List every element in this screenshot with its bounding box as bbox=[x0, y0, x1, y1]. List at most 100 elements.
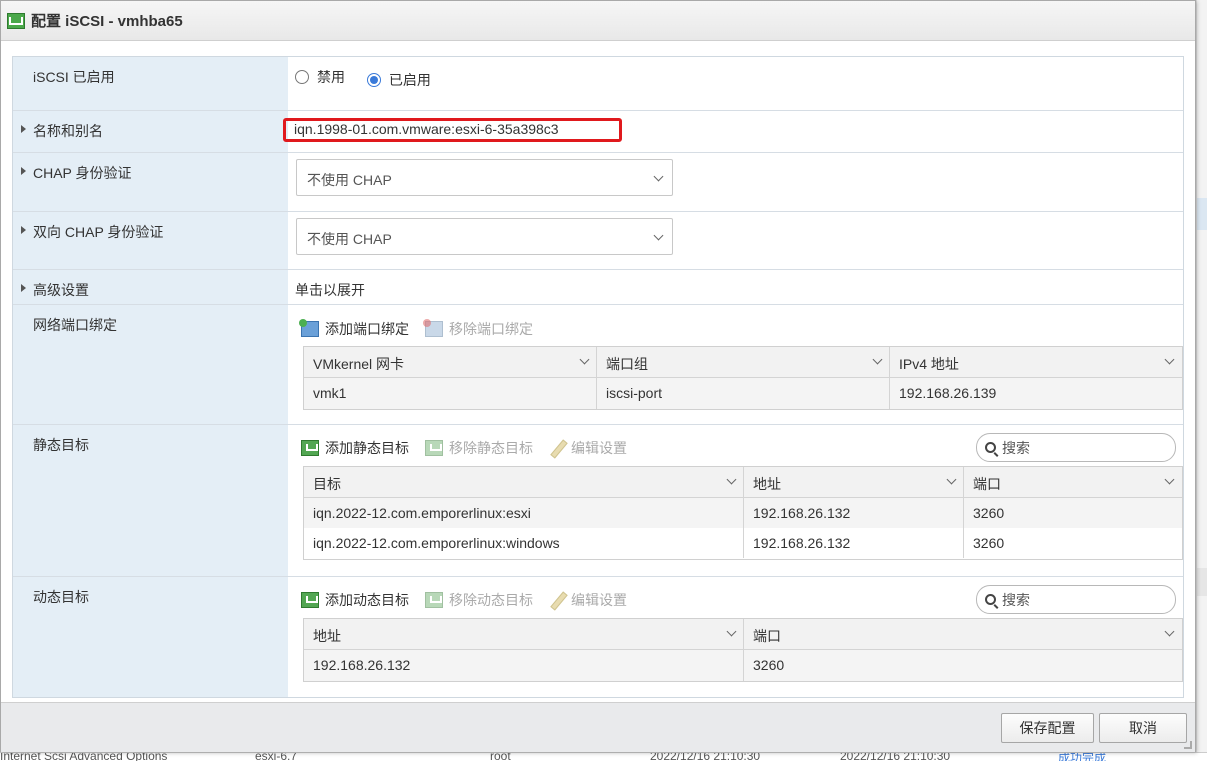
dialog-title: 配置 iSCSI - vmhba65 bbox=[31, 13, 183, 30]
grid-header: VMkernel 网卡 端口组 IPv4 地址 bbox=[304, 347, 1182, 378]
column-header-address[interactable]: 地址 bbox=[744, 467, 964, 497]
cancel-button[interactable]: 取消 bbox=[1099, 713, 1187, 743]
expand-triangle-icon[interactable] bbox=[21, 284, 26, 292]
name-alias-label: 名称和别名 bbox=[33, 123, 103, 139]
resize-grip-icon[interactable] bbox=[1184, 741, 1192, 749]
radio-enable[interactable]: 已启用 bbox=[366, 70, 431, 90]
static-targets-grid: 目标 地址 端口 iqn.2022-12.com.emporerlinux:es… bbox=[303, 466, 1183, 560]
expand-triangle-icon[interactable] bbox=[21, 167, 26, 175]
chevron-down-icon[interactable] bbox=[1164, 626, 1175, 637]
chevron-down-icon[interactable] bbox=[579, 354, 590, 365]
save-config-button[interactable]: 保存配置 bbox=[1001, 713, 1094, 743]
mutual-chap-label: 双向 CHAP 身份验证 bbox=[33, 224, 164, 240]
remove-dynamic-target-label: 移除动态目标 bbox=[449, 592, 533, 608]
static-search-input[interactable]: 搜索 bbox=[976, 433, 1176, 462]
advanced-label: 高级设置 bbox=[33, 282, 89, 298]
chevron-down-icon[interactable] bbox=[1164, 474, 1175, 485]
column-header-target[interactable]: 目标 bbox=[304, 467, 744, 497]
bg-cell: Internet Scsi Advanced Options bbox=[0, 752, 168, 761]
row-label[interactable]: 名称和别名 bbox=[13, 111, 288, 152]
static-targets-label: 静态目标 bbox=[33, 437, 89, 453]
cell-address: 192.168.26.132 bbox=[744, 528, 964, 558]
row-label: 动态目标 bbox=[13, 577, 288, 697]
column-header-port[interactable]: 端口 bbox=[964, 467, 1182, 497]
remove-static-target-button[interactable]: 移除静态目标 bbox=[425, 438, 533, 458]
row-iscsi-enabled: iSCSI 已启用 禁用 已启用 bbox=[13, 57, 1183, 111]
expand-triangle-icon[interactable] bbox=[21, 125, 26, 133]
settings-table: iSCSI 已启用 禁用 已启用 名称和别名 iqn.1998-01.com.v… bbox=[12, 56, 1184, 698]
add-dynamic-target-button[interactable]: 添加动态目标 bbox=[301, 590, 409, 610]
network-remove-icon bbox=[423, 319, 443, 337]
bg-cell: root bbox=[490, 752, 511, 761]
remove-dynamic-target-button[interactable]: 移除动态目标 bbox=[425, 590, 533, 610]
cell-address: 192.168.26.132 bbox=[304, 650, 744, 681]
bg-cell: 2022/12/16 21:10:30 bbox=[650, 752, 761, 761]
add-static-target-label: 添加静态目标 bbox=[325, 440, 409, 456]
remove-port-binding-button[interactable]: 移除端口绑定 bbox=[423, 319, 533, 339]
port-binding-toolbar: 添加端口绑定 移除端口绑定 bbox=[299, 319, 549, 339]
pencil-icon bbox=[549, 592, 565, 608]
cell-ipv4: 192.168.26.139 bbox=[899, 385, 997, 401]
column-header-port[interactable]: 端口 bbox=[744, 619, 1182, 649]
column-header-ipv4[interactable]: IPv4 地址 bbox=[890, 347, 1182, 377]
table-row[interactable]: vmk1 iscsi-port 192.168.26.139 bbox=[304, 378, 1182, 409]
row-name-alias[interactable]: 名称和别名 iqn.1998-01.com.vmware:esxi-6-35a3… bbox=[13, 111, 1183, 153]
chevron-down-icon bbox=[653, 171, 664, 182]
cell-address: 192.168.26.132 bbox=[744, 498, 964, 528]
radio-disable-dot[interactable] bbox=[295, 70, 309, 84]
row-label[interactable]: CHAP 身份验证 bbox=[13, 153, 288, 211]
cell-target: iqn.2022-12.com.emporerlinux:windows bbox=[304, 528, 744, 558]
background-panel bbox=[1196, 0, 1207, 761]
dialog-titlebar[interactable]: 配置 iSCSI - vmhba65 bbox=[1, 1, 1195, 41]
column-header-portgroup[interactable]: 端口组 bbox=[597, 347, 890, 377]
chap-select[interactable]: 不使用 CHAP bbox=[296, 159, 673, 196]
row-advanced[interactable]: 高级设置 单击以展开 bbox=[13, 270, 1183, 305]
row-label[interactable]: 高级设置 bbox=[13, 270, 288, 304]
chevron-down-icon[interactable] bbox=[726, 626, 737, 637]
target-add-icon bbox=[301, 592, 319, 608]
radio-disable-label: 禁用 bbox=[317, 69, 345, 85]
iscsi-adapter-icon bbox=[7, 12, 25, 29]
table-row[interactable]: iqn.2022-12.com.emporerlinux:esxi 192.16… bbox=[304, 498, 1182, 528]
chevron-down-icon[interactable] bbox=[872, 354, 883, 365]
mutual-chap-select[interactable]: 不使用 CHAP bbox=[296, 218, 673, 255]
table-row[interactable]: 192.168.26.132 3260 bbox=[304, 650, 1182, 681]
background-task-row: Internet Scsi Advanced Options esxi-6.7 … bbox=[0, 752, 1207, 761]
chevron-down-icon[interactable] bbox=[726, 474, 737, 485]
radio-enable-dot[interactable] bbox=[366, 73, 381, 87]
add-port-binding-button[interactable]: 添加端口绑定 bbox=[299, 319, 409, 339]
row-chap[interactable]: CHAP 身份验证 不使用 CHAP bbox=[13, 153, 1183, 212]
edit-dynamic-settings-button[interactable]: 编辑设置 bbox=[549, 590, 627, 610]
edit-static-settings-label: 编辑设置 bbox=[571, 440, 627, 456]
chevron-down-icon bbox=[653, 230, 664, 241]
bg-cell: 2022/12/16 21:10:30 bbox=[840, 752, 951, 761]
network-add-icon bbox=[299, 319, 319, 337]
dynamic-targets-toolbar: 添加动态目标 移除动态目标 编辑设置 bbox=[301, 590, 643, 610]
row-mutual-chap[interactable]: 双向 CHAP 身份验证 不使用 CHAP bbox=[13, 212, 1183, 270]
row-dynamic-targets: 动态目标 添加动态目标 移除动态目标 编辑设置 搜索 地址 端口 192.168… bbox=[13, 577, 1183, 697]
dynamic-search-input[interactable]: 搜索 bbox=[976, 585, 1176, 614]
remove-static-target-label: 移除静态目标 bbox=[449, 440, 533, 456]
dynamic-search-placeholder: 搜索 bbox=[1002, 591, 1030, 608]
row-label: iSCSI 已启用 bbox=[13, 57, 288, 110]
iscsi-enabled-label: iSCSI 已启用 bbox=[33, 69, 115, 85]
table-row[interactable]: iqn.2022-12.com.emporerlinux:windows 192… bbox=[304, 528, 1182, 558]
chevron-down-icon[interactable] bbox=[1164, 354, 1175, 365]
cell-port: 3260 bbox=[973, 505, 1005, 521]
row-label[interactable]: 双向 CHAP 身份验证 bbox=[13, 212, 288, 269]
row-label: 网络端口绑定 bbox=[13, 305, 288, 424]
grid-header: 地址 端口 bbox=[304, 619, 1182, 650]
port-binding-grid: VMkernel 网卡 端口组 IPv4 地址 vmk1 iscsi-port … bbox=[303, 346, 1183, 410]
configure-iscsi-dialog: 配置 iSCSI - vmhba65 iSCSI 已启用 禁用 已启用 名称和别… bbox=[0, 0, 1196, 752]
cell-port: 3260 bbox=[973, 535, 1005, 551]
radio-disable[interactable]: 禁用 bbox=[295, 67, 345, 87]
chap-select-value: 不使用 CHAP bbox=[307, 172, 392, 188]
edit-static-settings-button[interactable]: 编辑设置 bbox=[549, 438, 627, 458]
advanced-expand-hint[interactable]: 单击以展开 bbox=[295, 282, 365, 298]
chevron-down-icon[interactable] bbox=[946, 474, 957, 485]
column-header-vmkernel[interactable]: VMkernel 网卡 bbox=[304, 347, 597, 377]
dialog-footer: 保存配置 取消 bbox=[1, 702, 1195, 752]
add-static-target-button[interactable]: 添加静态目标 bbox=[301, 438, 409, 458]
column-header-address[interactable]: 地址 bbox=[304, 619, 744, 649]
expand-triangle-icon[interactable] bbox=[21, 226, 26, 234]
